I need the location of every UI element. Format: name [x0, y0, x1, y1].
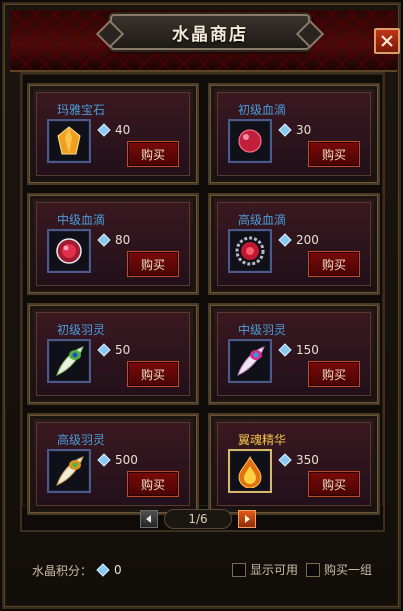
arrow-right-icon: [245, 515, 250, 523]
page-indicator: 1/6: [164, 509, 232, 529]
shop-item-card: 初级羽灵 50 购买: [27, 303, 199, 405]
window-header: 水晶商店: [10, 10, 400, 72]
blood-drop-medium-icon[interactable]: [47, 229, 91, 273]
close-icon: [381, 35, 393, 47]
item-name: 高级羽灵: [57, 433, 106, 447]
price-value: 200: [296, 233, 319, 247]
blood-drop-large-icon[interactable]: [228, 229, 272, 273]
crystal-shop-window: 水晶商店 玛雅宝石 40 购买 初级血滴 30 购买 中级血滴 80 购买 高级…: [2, 2, 401, 609]
points-label: 水晶积分：: [32, 563, 93, 578]
crystal-icon: [97, 123, 111, 137]
buy-button[interactable]: 购买: [308, 141, 360, 167]
shop-item-card: 中级羽灵 150 购买: [208, 303, 380, 405]
crystal-icon: [97, 453, 111, 467]
item-name: 高级血滴: [238, 213, 287, 227]
crystal-icon: [278, 123, 292, 137]
price-value: 40: [115, 123, 131, 137]
shop-item-card: 翼魂精华 350 购买: [208, 413, 380, 515]
amber-gem-icon[interactable]: [47, 119, 91, 163]
next-page-button[interactable]: [238, 510, 256, 528]
buy-button[interactable]: 购买: [127, 361, 179, 387]
pagination: 1/6: [140, 509, 270, 529]
price-value: 80: [115, 233, 131, 247]
item-price: 50: [97, 343, 130, 357]
shop-item-card: 初级血滴 30 购买: [208, 83, 380, 185]
item-name: 翼魂精华: [238, 433, 287, 447]
item-price: 150: [278, 343, 319, 357]
item-name: 初级羽灵: [57, 323, 106, 337]
points-value: 0: [114, 563, 122, 577]
price-value: 350: [296, 453, 319, 467]
item-price: 40: [97, 123, 130, 137]
crystal-points: 水晶积分： 0: [32, 562, 122, 579]
title-plate: 水晶商店: [110, 14, 310, 50]
item-name: 玛雅宝石: [57, 103, 106, 117]
crystal-icon: [97, 343, 111, 357]
item-price: 30: [278, 123, 311, 137]
filter-options: 显示可用 购买一组: [232, 561, 380, 578]
shop-item-card: 高级羽灵 500 购买: [27, 413, 199, 515]
buy-button[interactable]: 购买: [127, 251, 179, 277]
item-name: 中级羽灵: [238, 323, 287, 337]
buy-button[interactable]: 购买: [127, 471, 179, 497]
price-value: 30: [296, 123, 312, 137]
buy-button[interactable]: 购买: [308, 361, 360, 387]
shop-item-card: 高级血滴 200 购买: [208, 193, 380, 295]
item-price: 80: [97, 233, 130, 247]
prev-page-button[interactable]: [140, 510, 158, 528]
shop-item-card: 玛雅宝石 40 购买: [27, 83, 199, 185]
item-name: 初级血滴: [238, 103, 287, 117]
show-available-checkbox[interactable]: [232, 562, 246, 577]
close-button[interactable]: [374, 28, 400, 54]
item-grid: 玛雅宝石 40 购买 初级血滴 30 购买 中级血滴 80 购买 高级血滴 20…: [22, 74, 383, 515]
price-value: 150: [296, 343, 319, 357]
item-price: 500: [97, 453, 138, 467]
shop-footer: 水晶积分： 0 显示可用 购买一组: [32, 560, 382, 580]
crystal-icon: [96, 563, 110, 577]
buy-group-checkbox[interactable]: [306, 562, 321, 577]
item-price: 350: [278, 453, 319, 467]
crystal-icon: [97, 233, 111, 247]
feather-large-icon[interactable]: [47, 449, 91, 493]
crystal-icon: [278, 343, 292, 357]
buy-group-label[interactable]: 购买一组: [324, 561, 372, 578]
item-price: 200: [278, 233, 319, 247]
crystal-icon: [278, 453, 292, 467]
crystal-icon: [278, 233, 292, 247]
buy-button[interactable]: 购买: [127, 141, 179, 167]
window-title: 水晶商店: [172, 24, 248, 45]
blood-drop-small-icon[interactable]: [228, 119, 272, 163]
arrow-left-icon: [146, 515, 151, 523]
item-name: 中级血滴: [57, 213, 106, 227]
buy-button[interactable]: 购买: [308, 251, 360, 277]
price-value: 500: [115, 453, 138, 467]
buy-button[interactable]: 购买: [308, 471, 360, 497]
feather-medium-icon[interactable]: [228, 339, 272, 383]
show-available-label[interactable]: 显示可用: [250, 561, 298, 578]
feather-small-icon[interactable]: [47, 339, 91, 383]
price-value: 50: [115, 343, 131, 357]
shop-item-card: 中级血滴 80 购买: [27, 193, 199, 295]
fire-essence-icon[interactable]: [228, 449, 272, 493]
